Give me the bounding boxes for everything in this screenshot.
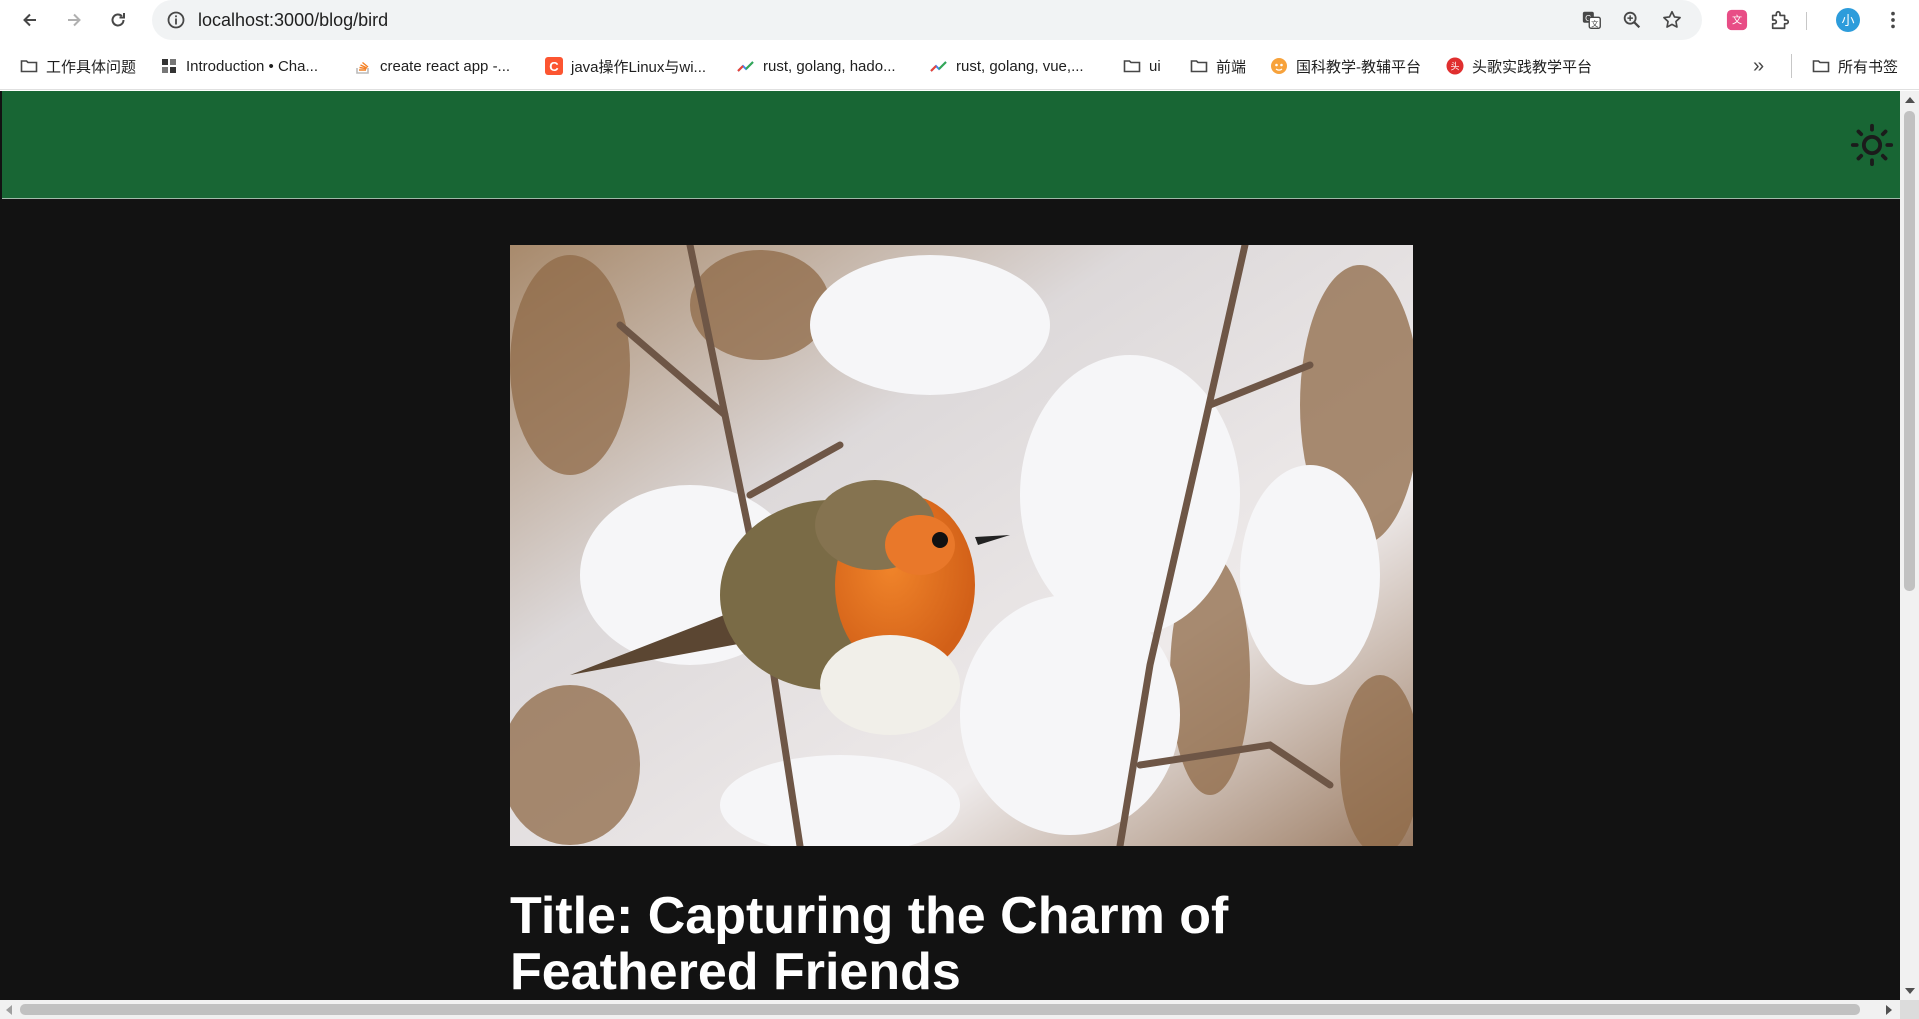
profile-avatar[interactable]: 小 (1836, 8, 1860, 32)
stackoverflow-icon (354, 57, 372, 75)
svg-text:文: 文 (1732, 14, 1742, 27)
url-text[interactable]: localhost:3000/blog/bird (198, 10, 388, 30)
bookmark-label: 工作具体问题 (46, 58, 137, 76)
bookmark-label: 所有书签 (1838, 58, 1899, 76)
extension-icon[interactable]: 文 (1725, 8, 1749, 32)
arrow-left-icon (23, 13, 36, 27)
arrow-right-icon (68, 13, 81, 27)
page-viewport: Title: Capturing the Charm of Feathered … (0, 91, 1919, 1019)
trend-icon (737, 57, 755, 75)
more-bookmarks-button[interactable]: » (1753, 54, 1764, 78)
csdn-icon: C (545, 57, 563, 75)
bookmark-label: ui (1149, 57, 1161, 75)
toolbar-divider (1806, 12, 1807, 30)
bookmark-item[interactable]: rust, golang, hado... (737, 54, 896, 78)
bookmark-label: create react app -... (380, 57, 511, 75)
bookmark-item[interactable]: 国科教学-教辅平台 (1270, 54, 1421, 78)
extensions-puzzle-icon[interactable] (1768, 8, 1792, 32)
bookmark-item[interactable]: ui (1123, 54, 1161, 78)
translate-icon[interactable]: G文 (1580, 8, 1604, 32)
bookmarks-divider (1791, 54, 1792, 78)
reload-button[interactable] (102, 4, 134, 36)
bookmark-label: 头歌实践教学平台 (1472, 58, 1593, 76)
bookmark-label: rust, golang, hado... (763, 57, 896, 75)
forward-button[interactable] (58, 4, 90, 36)
back-button[interactable] (14, 4, 46, 36)
bookmark-item[interactable]: 头 头歌实践教学平台 (1446, 54, 1592, 78)
bookmark-label: 国科教学-教辅平台 (1296, 58, 1421, 76)
sun-icon (1850, 123, 1894, 167)
horizontal-scrollbar[interactable] (0, 1000, 1900, 1019)
horizontal-scroll-thumb[interactable] (20, 1004, 1860, 1015)
scroll-right-arrow-icon[interactable] (1886, 1005, 1892, 1015)
chevron-double-right-icon: » (1753, 54, 1765, 77)
bookmark-item[interactable]: Introduction • Cha... (160, 54, 318, 78)
bookmark-star-icon[interactable] (1660, 8, 1684, 32)
reload-icon (111, 13, 125, 27)
all-bookmarks-button[interactable]: 所有书签 (1812, 54, 1898, 78)
scroll-up-arrow-icon[interactable] (1905, 97, 1915, 103)
folder-icon (1190, 57, 1208, 75)
folder-icon (1812, 57, 1830, 75)
zoom-icon[interactable] (1620, 8, 1644, 32)
site-favicon-icon (160, 57, 178, 75)
bookmark-label: rust, golang, vue,... (956, 57, 1084, 75)
site-info-icon[interactable] (166, 10, 186, 30)
svg-text:头: 头 (1450, 62, 1459, 73)
site-favicon-icon: 头 (1446, 57, 1464, 75)
address-bar[interactable]: localhost:3000/blog/bird G文 (152, 0, 1702, 40)
post-title: Title: Capturing the Charm of Feathered … (510, 887, 1229, 1001)
bookmark-item[interactable]: 前端 (1190, 54, 1246, 78)
vertical-scrollbar[interactable] (1900, 91, 1919, 1000)
bookmark-label: java操作Linux与wi... (571, 58, 707, 76)
svg-text:小: 小 (1841, 14, 1854, 29)
folder-icon (20, 57, 38, 75)
menu-kebab-icon[interactable] (1881, 8, 1905, 32)
bookmark-item[interactable]: rust, golang, vue,... (930, 54, 1084, 78)
svg-text:C: C (549, 59, 559, 74)
scroll-left-arrow-icon[interactable] (6, 1005, 12, 1015)
folder-icon (1123, 57, 1141, 75)
bookmarks-bar: 工作具体问题 Introduction • Cha... create reac… (0, 40, 1919, 90)
bookmark-label: 前端 (1216, 58, 1247, 76)
bookmark-label: Introduction • Cha... (186, 57, 318, 75)
trend-icon (930, 57, 948, 75)
site-header (2, 91, 1900, 199)
bookmark-item[interactable]: 工作具体问题 (20, 54, 136, 78)
bookmark-item[interactable]: C java操作Linux与wi... (545, 54, 706, 78)
scroll-down-arrow-icon[interactable] (1905, 988, 1915, 994)
site-favicon-icon (1270, 57, 1288, 75)
hero-image (510, 245, 1413, 846)
scrollbar-corner (1900, 1000, 1919, 1019)
svg-text:文: 文 (1591, 19, 1599, 28)
vertical-scroll-thumb[interactable] (1904, 111, 1915, 591)
bookmark-item[interactable]: create react app -... (354, 54, 510, 78)
browser-toolbar: localhost:3000/blog/bird G文 文 小 (0, 0, 1919, 40)
theme-toggle-button[interactable] (1848, 121, 1896, 169)
